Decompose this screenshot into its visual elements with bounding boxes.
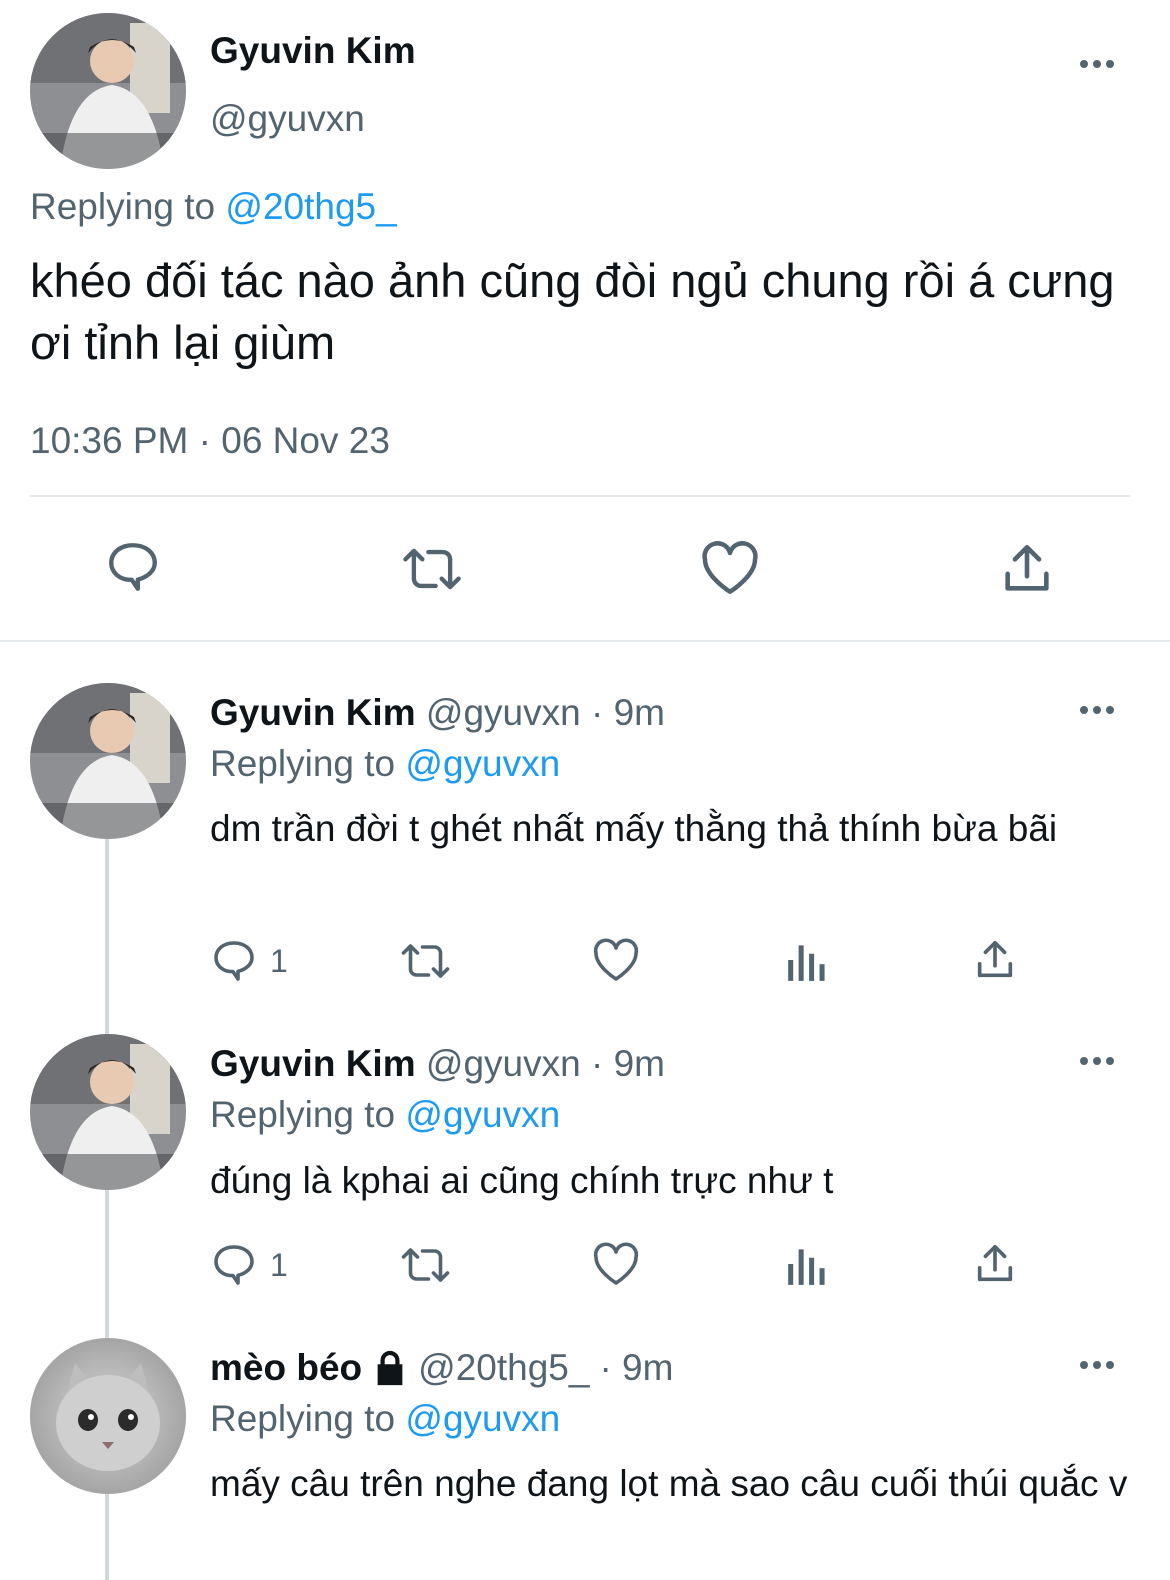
replying-to-label: Replying to bbox=[210, 743, 396, 784]
tweet-text: đúng là kphai ai cũng chính trực như t bbox=[210, 1160, 834, 1201]
tweet-text: khéo đối tác nào ảnh cũng đòi ngủ chung … bbox=[30, 254, 1115, 369]
divider bbox=[30, 495, 1130, 497]
replying-to-handle[interactable]: @gyuvxn bbox=[405, 743, 560, 784]
tweet-text: dm trần đời t ghét nhất mấy thằng thả th… bbox=[210, 808, 1058, 849]
handle[interactable]: @20thg5_ bbox=[418, 1347, 589, 1389]
avatar[interactable] bbox=[30, 13, 186, 169]
lock-icon bbox=[372, 1349, 408, 1387]
retweet-icon[interactable] bbox=[398, 1241, 453, 1289]
section-divider bbox=[0, 640, 1170, 642]
time-ago[interactable]: · 9m bbox=[591, 1043, 665, 1084]
handle[interactable]: @gyuvxn bbox=[210, 98, 365, 140]
more-options-icon[interactable] bbox=[1080, 1057, 1114, 1065]
like-icon[interactable] bbox=[592, 1241, 640, 1287]
thread-line bbox=[105, 1190, 109, 1338]
reply-button[interactable]: 1 bbox=[210, 937, 288, 985]
tweet-text: mấy câu trên nghe đang lọt mà sao câu cu… bbox=[210, 1463, 1128, 1504]
reply-count: 1 bbox=[270, 1246, 288, 1283]
retweet-icon[interactable] bbox=[400, 540, 464, 598]
avatar[interactable] bbox=[30, 1338, 186, 1494]
retweet-icon[interactable] bbox=[398, 937, 453, 985]
replying-to-label: Replying to bbox=[30, 186, 216, 227]
views-icon[interactable] bbox=[786, 937, 828, 983]
reply-icon bbox=[210, 1241, 258, 1289]
display-name[interactable]: Gyuvin Kim bbox=[210, 692, 416, 733]
reply-icon bbox=[210, 937, 258, 985]
like-icon[interactable] bbox=[700, 540, 760, 596]
more-options-icon[interactable] bbox=[1080, 1361, 1114, 1369]
timestamp[interactable]: 10:36 PM · 06 Nov 23 bbox=[30, 420, 390, 462]
tweet-header: Gyuvin Kim @gyuvxn · 9m bbox=[210, 1043, 665, 1085]
replying-to: Replying to @gyuvxn bbox=[210, 1094, 560, 1136]
avatar[interactable] bbox=[30, 1034, 186, 1190]
replying-to: Replying to @gyuvxn bbox=[210, 1398, 560, 1440]
time-ago[interactable]: · 9m bbox=[591, 692, 665, 733]
display-name[interactable]: mèo béo bbox=[210, 1347, 362, 1389]
replying-to: Replying to @gyuvxn bbox=[210, 743, 560, 785]
handle[interactable]: @gyuvxn bbox=[426, 1043, 581, 1084]
thread-line bbox=[105, 838, 109, 1034]
replying-to-label: Replying to bbox=[210, 1094, 396, 1135]
handle[interactable]: @gyuvxn bbox=[426, 692, 581, 733]
replying-to-handle[interactable]: @gyuvxn bbox=[405, 1094, 560, 1135]
time-ago[interactable]: · 9m bbox=[599, 1347, 673, 1389]
share-icon[interactable] bbox=[972, 937, 1018, 983]
like-icon[interactable] bbox=[592, 937, 640, 983]
tweet-header: mèo béo @20thg5_ · 9m bbox=[210, 1347, 673, 1389]
thread-line bbox=[105, 1494, 109, 1580]
more-options-icon[interactable] bbox=[1080, 60, 1114, 68]
more-options-icon[interactable] bbox=[1080, 706, 1114, 714]
tweet-header: Gyuvin Kim @gyuvxn · 9m bbox=[210, 692, 665, 734]
reply-count: 1 bbox=[270, 942, 288, 979]
display-name[interactable]: Gyuvin Kim bbox=[210, 1043, 416, 1084]
reply-icon[interactable] bbox=[104, 538, 162, 596]
avatar[interactable] bbox=[30, 683, 186, 839]
share-icon[interactable] bbox=[972, 1241, 1018, 1287]
replying-to-handle[interactable]: @gyuvxn bbox=[405, 1398, 560, 1439]
share-icon[interactable] bbox=[998, 540, 1056, 598]
display-name[interactable]: Gyuvin Kim bbox=[210, 30, 416, 72]
replying-to-label: Replying to bbox=[210, 1398, 396, 1439]
replying-to: Replying to @20thg5_ bbox=[30, 186, 397, 228]
reply-button[interactable]: 1 bbox=[210, 1241, 288, 1289]
replying-to-handle[interactable]: @20thg5_ bbox=[225, 186, 396, 227]
views-icon[interactable] bbox=[786, 1241, 828, 1287]
